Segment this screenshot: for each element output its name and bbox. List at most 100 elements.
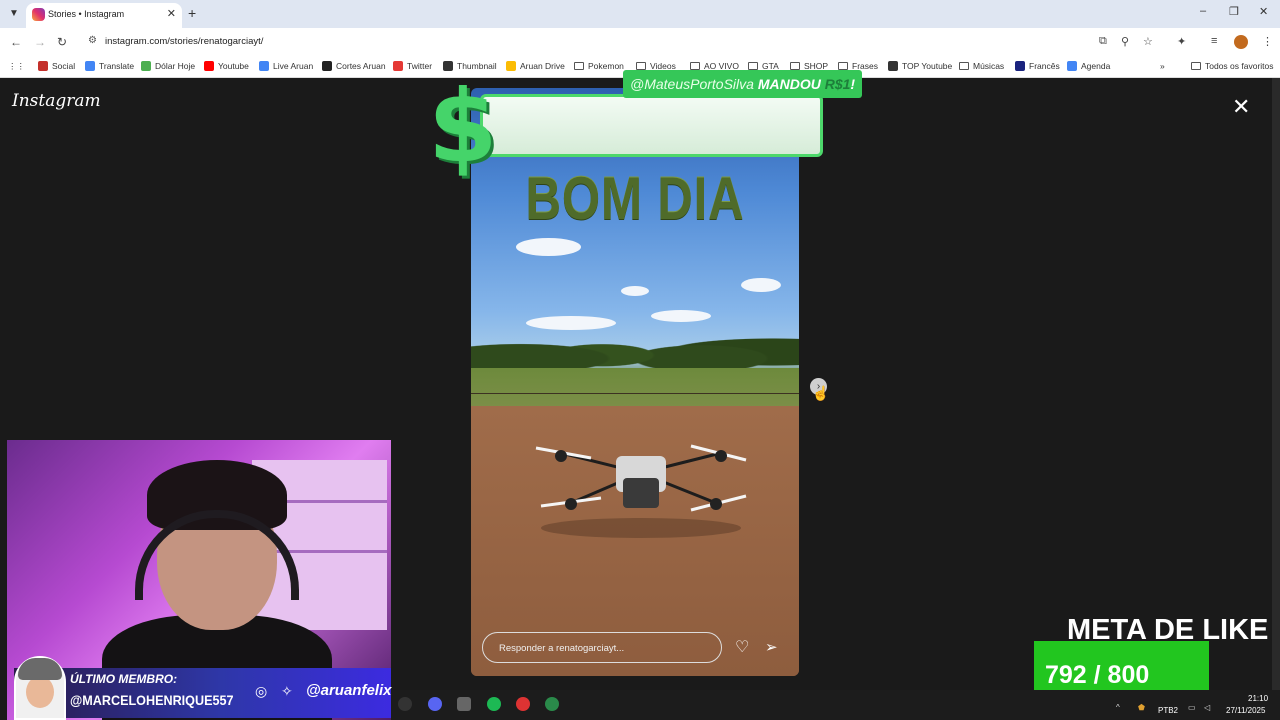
last-member-label: ÚLTIMO MEMBRO: [70, 672, 178, 686]
folder-icon [1191, 62, 1201, 70]
install-app-icon[interactable]: ⧉ [1099, 35, 1107, 48]
bookmark-label: Social [52, 61, 76, 71]
bookmark-label: Youtube [218, 61, 249, 71]
spotify-icon[interactable] [487, 697, 501, 711]
folder-icon [838, 62, 848, 70]
streamer-handle: @aruanfelix [306, 682, 392, 699]
bookmark-label: Translate [99, 61, 135, 71]
window-close-icon[interactable]: ✕ [1259, 5, 1268, 18]
dollar-sign-icon: $ [428, 68, 498, 185]
zoom-icon[interactable]: ⚲ [1121, 35, 1129, 48]
back-icon[interactable]: ← [10, 35, 22, 49]
instagram-logo[interactable]: Instagram [12, 91, 101, 111]
donation-amount: R$1 [824, 76, 851, 92]
translate-icon [85, 61, 95, 71]
calendar-icon [1067, 61, 1077, 71]
tab-close-icon[interactable]: ✕ [167, 7, 176, 20]
media-controls-icon[interactable]: ≡ [1211, 35, 1217, 47]
cloud [516, 238, 581, 256]
volume-icon[interactable]: ◁ [1204, 703, 1210, 712]
instagram-favicon-icon [32, 8, 45, 21]
scrollbar[interactable] [1272, 78, 1280, 690]
youtube-icon [204, 61, 214, 71]
drive-icon [506, 61, 516, 71]
bookmark-label: Aruan Drive [520, 61, 565, 71]
browser-toolbar: ← → ↻ ⚙ instagram.com/stories/renatogarc… [0, 28, 1280, 56]
extensions-icon[interactable]: ✦ [1177, 35, 1186, 48]
social-icon [38, 61, 48, 71]
all-bookmarks[interactable]: Todos os favoritos [1191, 61, 1274, 71]
alert-punct: ! [850, 76, 856, 92]
camera-icon[interactable] [457, 697, 471, 711]
bookmark-label: Pokemon [588, 61, 624, 71]
tab-title: Stories • Instagram [48, 9, 125, 19]
more-bookmarks-icon[interactable]: » [1160, 61, 1165, 71]
bookmark-d-lar-hoje[interactable]: Dólar Hoje [141, 61, 195, 71]
twitter-icon: ✧ [281, 683, 293, 699]
dollar-icon [141, 61, 151, 71]
bookmark-social[interactable]: Social [38, 61, 75, 71]
apps-grid-icon[interactable]: ⋮⋮ [8, 61, 25, 72]
bookmark-label: TOP Youtube [902, 61, 953, 71]
bookmark-m-sicas[interactable]: Músicas [959, 61, 1004, 71]
bookmark-twitter[interactable]: Twitter [393, 61, 432, 71]
clock-time[interactable]: 21:10 [1248, 694, 1268, 703]
bookmark-star-icon[interactable]: ☆ [1143, 35, 1153, 48]
reply-input[interactable]: Responder a renatogarciayt... [482, 632, 722, 663]
donor-name: @MateusPortoSilva [630, 76, 754, 92]
menu-kebab-icon[interactable]: ⋮ [1262, 35, 1273, 48]
bookmark-franc-s[interactable]: Francês [1015, 61, 1060, 71]
bookmark-cortes-aruan[interactable]: Cortes Aruan [322, 61, 386, 71]
like-heart-icon[interactable]: ♡ [735, 637, 749, 657]
tray-chevron-icon[interactable]: ^ [1116, 703, 1120, 712]
bookmark-label: Francês [1029, 61, 1060, 71]
bookmark-aruan-drive[interactable]: Aruan Drive [506, 61, 565, 71]
forward-icon[interactable]: → [34, 35, 46, 49]
url-text: instagram.com/stories/renatogarciayt/ [105, 36, 264, 47]
screen: ▼ Stories • Instagram ✕ + – ❐ ✕ ← → ↻ ⚙ … [0, 0, 1280, 720]
restore-icon[interactable]: ❐ [1229, 5, 1239, 18]
address-bar[interactable]: ⚙ instagram.com/stories/renatogarciayt/ [80, 31, 1136, 53]
bookmark-agenda[interactable]: Agenda [1067, 61, 1110, 71]
clock-date[interactable]: 27/11/2025 [1226, 706, 1265, 715]
new-tab-icon[interactable]: + [188, 5, 196, 21]
network-icon[interactable]: ▭ [1188, 703, 1196, 712]
tab-instagram-stories[interactable]: Stories • Instagram ✕ [26, 3, 182, 28]
folder-icon [690, 62, 700, 70]
folder-icon [959, 62, 969, 70]
tray-app-icon[interactable]: ⬟ [1138, 703, 1145, 712]
all-bookmarks-label: Todos os favoritos [1205, 61, 1274, 71]
member-avatar-face [26, 676, 54, 708]
member-avatar-hair [18, 658, 62, 680]
bookmark-translate[interactable]: Translate [85, 61, 134, 71]
app-icon[interactable] [516, 697, 530, 711]
tab-strip: ▼ Stories • Instagram ✕ + – ❐ ✕ [0, 0, 1280, 28]
instagram-icon: ◎ [255, 683, 268, 699]
bookmark-pokemon[interactable]: Pokemon [574, 61, 624, 71]
folder-icon [790, 62, 800, 70]
send-icon[interactable]: ➢ [765, 638, 778, 656]
bookmark-live-aruan[interactable]: Live Aruan [259, 61, 313, 71]
bookmark-label: Live Aruan [273, 61, 314, 71]
keyboard-language[interactable]: PTB2 [1158, 706, 1178, 715]
bookmark-label: Dólar Hoje [155, 61, 196, 71]
bookmark-label: Agenda [1081, 61, 1111, 71]
profile-avatar[interactable] [1234, 35, 1248, 49]
donation-alert-text: @MateusPortoSilva MANDOU R$1! [623, 70, 863, 98]
folder-icon [636, 62, 646, 70]
discord-icon[interactable] [428, 697, 442, 711]
reload-icon[interactable]: ↻ [57, 35, 67, 49]
minimize-icon[interactable]: – [1200, 5, 1206, 17]
app-icon[interactable] [545, 697, 559, 711]
last-member-name: @MARCELOHENRIQUE557 [70, 692, 234, 708]
story-media[interactable]: BOM DIA [471, 88, 799, 676]
tab-search-icon[interactable]: ▼ [6, 6, 22, 22]
site-info-icon[interactable]: ⚙ [88, 35, 97, 46]
drone-image [535, 444, 747, 538]
g-hub-icon[interactable] [398, 697, 412, 711]
bookmark-top-youtube[interactable]: TOP Youtube [888, 61, 952, 71]
close-story-icon[interactable]: ✕ [1232, 94, 1250, 120]
bookmark-youtube[interactable]: Youtube [204, 61, 249, 71]
bookmark-label: Cortes Aruan [336, 61, 386, 71]
hand-cursor-icon: ☝ [812, 385, 830, 401]
